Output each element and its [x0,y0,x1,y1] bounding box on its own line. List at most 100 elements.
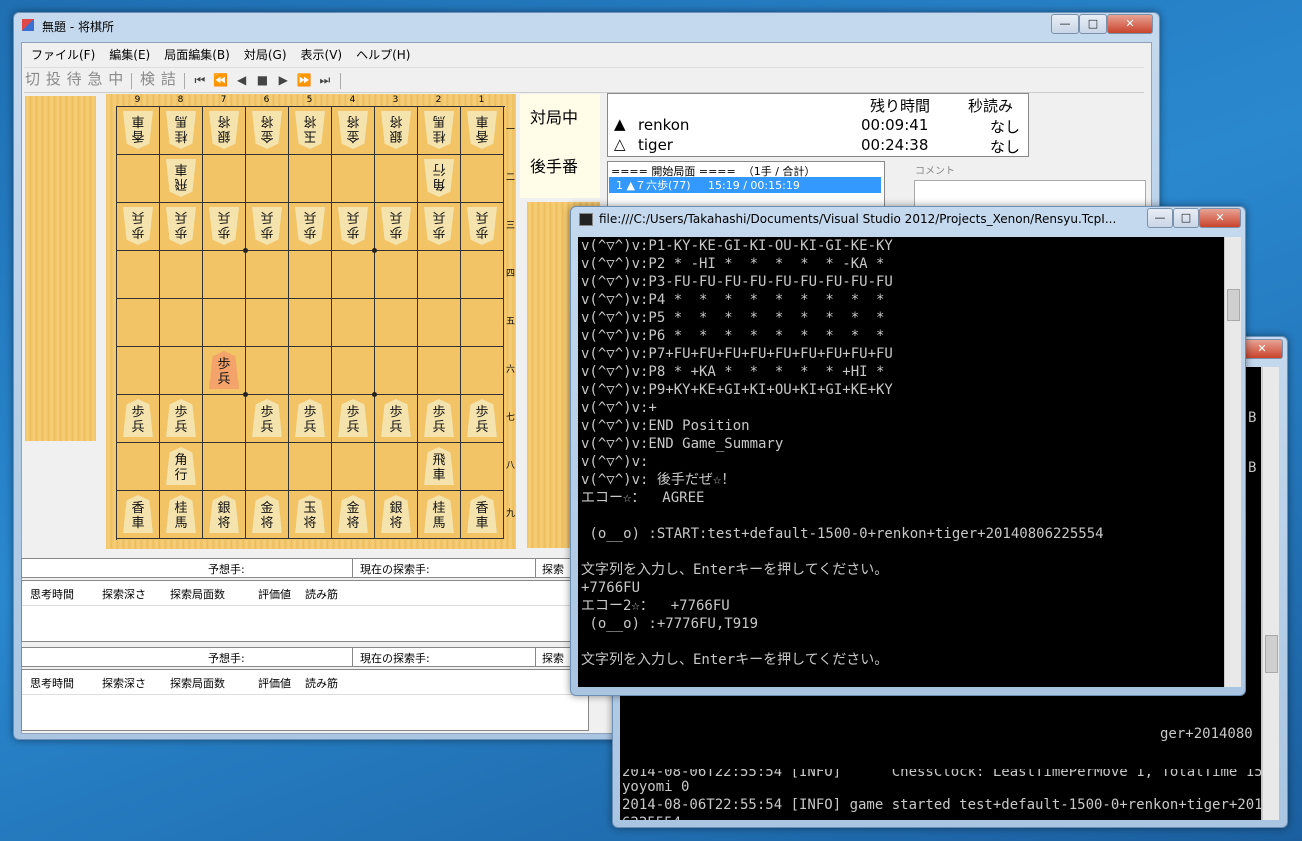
shogi-piece[interactable]: 角 行 [166,447,196,485]
shogi-piece[interactable]: 金 将 [338,111,368,149]
board-square[interactable]: 玉 将 [289,107,332,155]
shogi-piece[interactable]: 桂 馬 [424,495,454,533]
board-square[interactable] [332,299,375,347]
shogi-piece[interactable]: 歩 兵 [338,207,368,245]
board-square[interactable] [461,251,504,299]
shogi-piece[interactable]: 歩 兵 [209,351,239,389]
board-square[interactable]: 角 行 [418,155,461,203]
shogi-piece[interactable]: 金 将 [252,495,282,533]
shogi-piece[interactable]: 香 車 [123,111,153,149]
board-square[interactable] [203,443,246,491]
shogi-piece[interactable]: 歩 兵 [166,207,196,245]
board-square[interactable]: 桂 馬 [160,491,203,539]
board-square[interactable] [160,251,203,299]
minimize-button[interactable]: — [1051,14,1079,34]
shogi-piece[interactable]: 金 将 [252,111,282,149]
board-square[interactable] [375,347,418,395]
tb-stop-button[interactable]: 中 [107,68,124,90]
console-scrollbar[interactable] [1224,237,1241,687]
stop-icon[interactable]: ■ [254,69,271,91]
board-square[interactable] [375,251,418,299]
maximize-button[interactable]: □ [1079,14,1107,34]
shogi-piece[interactable]: 香 車 [467,495,497,533]
first-move-icon[interactable]: ⏮ [191,69,208,91]
board-square[interactable]: 銀 将 [203,107,246,155]
board-square[interactable]: 歩 兵 [246,203,289,251]
board-square[interactable] [289,251,332,299]
last-move-icon[interactable]: ⏭ [316,69,333,91]
board-square[interactable] [160,299,203,347]
forward-fast-icon[interactable]: ⏩ [296,69,313,91]
shogi-piece[interactable]: 桂 馬 [166,111,196,149]
shogi-piece[interactable]: 歩 兵 [381,399,411,437]
board-square[interactable]: 歩 兵 [418,395,461,443]
board-square[interactable] [332,347,375,395]
board-square[interactable]: 角 行 [160,443,203,491]
shogi-piece[interactable]: 歩 兵 [123,399,153,437]
engine1-table[interactable]: 思考時間 探索深さ 探索局面数 評価値 読み筋 [21,580,589,642]
board-square[interactable] [418,251,461,299]
board-square[interactable]: 歩 兵 [289,395,332,443]
board-square[interactable] [203,251,246,299]
board-square[interactable]: 歩 兵 [203,203,246,251]
back-icon[interactable]: ◀ [233,69,250,91]
shogi-piece[interactable]: 香 車 [467,111,497,149]
board-square[interactable]: 香 車 [461,107,504,155]
board-square[interactable] [289,443,332,491]
shogi-piece[interactable]: 角 行 [424,159,454,197]
board-square[interactable] [246,299,289,347]
main-titlebar[interactable]: 無題 - 将棋所 — □ ✕ [14,13,1159,37]
board-square[interactable]: 桂 馬 [160,107,203,155]
board-square[interactable]: 歩 兵 [332,395,375,443]
shogi-piece[interactable]: 歩 兵 [123,207,153,245]
board-square[interactable]: 飛 車 [418,443,461,491]
board-square[interactable]: 歩 兵 [418,203,461,251]
shogi-piece[interactable]: 歩 兵 [209,207,239,245]
board-square[interactable] [461,347,504,395]
board-square[interactable]: 歩 兵 [160,203,203,251]
board-square[interactable]: 銀 将 [375,491,418,539]
board-square[interactable] [117,347,160,395]
console-output[interactable]: v(^▽^)v:P1-KY-KE-GI-KI-OU-KI-GI-KE-KY v(^… [578,237,1224,687]
board-square[interactable] [117,251,160,299]
board-square[interactable]: 金 将 [332,107,375,155]
shogi-piece[interactable]: 桂 馬 [166,495,196,533]
board-square[interactable]: 香 車 [117,107,160,155]
engine2-table[interactable]: 思考時間 探索深さ 探索局面数 評価値 読み筋 [21,669,589,731]
console-minimize-button[interactable]: — [1147,208,1173,228]
shogi-piece[interactable]: 歩 兵 [295,207,325,245]
board-square[interactable] [117,443,160,491]
board-square[interactable] [246,443,289,491]
board-square[interactable] [117,299,160,347]
board-square[interactable] [418,347,461,395]
board-square[interactable] [117,155,160,203]
shogi-piece[interactable]: 歩 兵 [467,399,497,437]
board-square[interactable] [289,347,332,395]
shogi-piece[interactable]: 歩 兵 [166,399,196,437]
board-square[interactable]: 金 将 [246,107,289,155]
board-square[interactable]: 歩 兵 [160,395,203,443]
menu-game[interactable]: 対局(G) [237,45,294,65]
kifu-list[interactable]: ==== 開始局面 ==== （1手 / 合計） 1 ▲７六歩(77) 15:1… [607,161,885,211]
board-square[interactable]: 玉 将 [289,491,332,539]
board-square[interactable]: 金 将 [246,491,289,539]
shogi-piece[interactable]: 歩 兵 [338,399,368,437]
menu-position-edit[interactable]: 局面編集(B) [157,45,237,65]
shogi-piece[interactable]: 歩 兵 [424,207,454,245]
back-close-button[interactable]: ✕ [1241,339,1283,359]
shogi-piece[interactable]: 飛 車 [424,447,454,485]
tb-hurry-button[interactable]: 急 [86,68,103,90]
shogi-piece[interactable]: 飛 車 [166,159,196,197]
board-square[interactable] [375,155,418,203]
shogi-piece[interactable]: 玉 将 [295,111,325,149]
board-square[interactable]: 歩 兵 [461,203,504,251]
menu-edit[interactable]: 編集(E) [102,45,157,65]
close-button[interactable]: ✕ [1107,14,1153,34]
board-square[interactable]: 香 車 [117,491,160,539]
menu-view[interactable]: 表示(V) [294,45,350,65]
board-square[interactable] [375,443,418,491]
board-square[interactable] [289,299,332,347]
shogi-piece[interactable]: 歩 兵 [424,399,454,437]
console-maximize-button[interactable]: □ [1173,208,1199,228]
board-square[interactable] [289,155,332,203]
